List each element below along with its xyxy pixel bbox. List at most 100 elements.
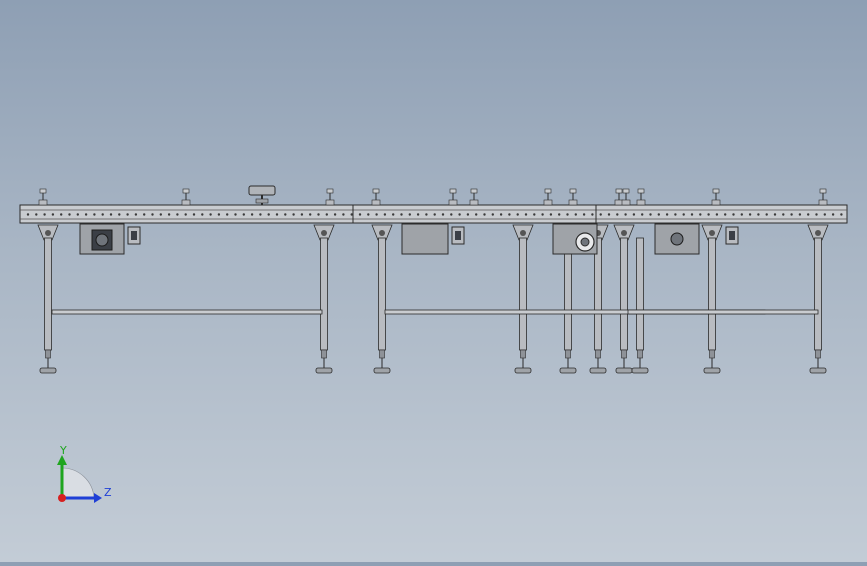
leg-tube <box>594 237 602 351</box>
beam-hole <box>773 213 777 216</box>
beam-hole <box>151 213 154 216</box>
top-fitting <box>325 188 335 206</box>
beam-hole <box>26 213 30 216</box>
beam-hole <box>317 213 320 216</box>
leg <box>559 237 577 374</box>
beam-hole <box>433 213 436 216</box>
beam-hole <box>782 213 785 216</box>
leg <box>512 224 534 374</box>
leg-bracket-bolt <box>321 230 327 236</box>
beam-hole <box>574 213 577 216</box>
leg-tube <box>708 237 716 351</box>
motor-box-left <box>79 223 141 255</box>
leg <box>371 224 393 374</box>
leg-foot <box>589 367 607 374</box>
beam-hole <box>408 213 411 216</box>
cad-viewport[interactable]: Y Z <box>0 0 867 562</box>
beam-hole <box>815 213 818 216</box>
leg-bracket-bolt <box>621 230 627 236</box>
fitting-cap <box>326 188 334 194</box>
leg-foot <box>39 367 57 374</box>
fitting-base <box>469 199 479 206</box>
leg-tube <box>620 237 628 351</box>
beam-hole <box>657 213 660 216</box>
leg-foot <box>809 367 827 374</box>
beam-hole <box>292 213 295 216</box>
beam-hole <box>400 213 403 216</box>
beam-hole <box>798 213 802 216</box>
fitting-cap <box>615 188 623 194</box>
beam-hole <box>541 213 544 216</box>
beam-hole <box>416 213 420 216</box>
beam-hole <box>234 213 237 216</box>
beam-hole <box>101 213 104 216</box>
leg <box>807 224 829 374</box>
leg-tube <box>814 237 822 351</box>
beam-hole <box>441 213 445 216</box>
beam-hole <box>831 213 835 216</box>
beam-hole <box>682 213 685 216</box>
leg-tube <box>519 237 527 351</box>
beam-hole <box>707 213 710 216</box>
beam-hole <box>632 213 636 216</box>
fitting-cap <box>819 188 827 194</box>
leg-adjuster <box>520 349 526 359</box>
top-fitting <box>181 188 191 206</box>
beam-hole <box>267 213 270 216</box>
beam-hole <box>724 213 727 216</box>
leg <box>313 224 335 374</box>
beam-hole <box>748 213 752 216</box>
beam-hole <box>649 213 652 216</box>
motor-box-right <box>654 223 739 255</box>
beam-hole <box>807 213 810 216</box>
beam-hole <box>43 213 46 216</box>
top-fitting <box>469 188 479 206</box>
beam-hole <box>616 213 619 216</box>
beam-hole <box>60 213 63 216</box>
beam-hole <box>624 213 627 216</box>
leg-adjuster <box>815 349 821 359</box>
top-fitting <box>711 188 721 206</box>
top-fitting <box>448 188 458 206</box>
beam-hole <box>674 213 677 216</box>
beam-hole <box>524 213 528 216</box>
leg-bracket-bolt <box>45 230 51 236</box>
beam-hole <box>134 213 138 216</box>
beam-hole <box>475 213 478 216</box>
beam-hole <box>533 213 536 216</box>
leg <box>37 224 59 374</box>
beam-hole <box>84 213 88 216</box>
axis-triad: Y Z <box>57 444 112 503</box>
fitting-base <box>38 199 48 206</box>
fitting-base <box>371 199 381 206</box>
beam-hole <box>184 213 187 216</box>
fitting-cap <box>622 188 630 194</box>
beam-hole <box>665 213 669 216</box>
beam-hole <box>367 213 370 216</box>
beam-hole <box>732 213 735 216</box>
leg-adjuster <box>595 349 601 359</box>
leg-bracket-bolt <box>815 230 821 236</box>
leg <box>613 224 635 374</box>
beam-hole <box>300 213 304 216</box>
beam-hole <box>549 213 553 216</box>
beam-hole <box>76 213 80 216</box>
beam-hole <box>118 213 121 216</box>
top-disc <box>248 185 276 205</box>
beam-hole <box>599 213 602 216</box>
beam-hole <box>250 213 254 216</box>
beam-hole <box>325 213 328 216</box>
leg-adjuster <box>637 349 643 359</box>
beam-hole <box>259 213 262 216</box>
beam-hole <box>458 213 461 216</box>
top-fitting <box>636 188 646 206</box>
motor-box-middle <box>401 223 465 255</box>
leg-bracket-bolt <box>520 230 526 236</box>
beam-hole <box>392 213 395 216</box>
beam-hole <box>375 213 378 216</box>
beam-hole <box>383 213 387 216</box>
beam-hole <box>699 213 702 216</box>
beam-hole <box>284 213 287 216</box>
leg-tube <box>378 237 386 351</box>
beam-hole <box>450 213 453 216</box>
